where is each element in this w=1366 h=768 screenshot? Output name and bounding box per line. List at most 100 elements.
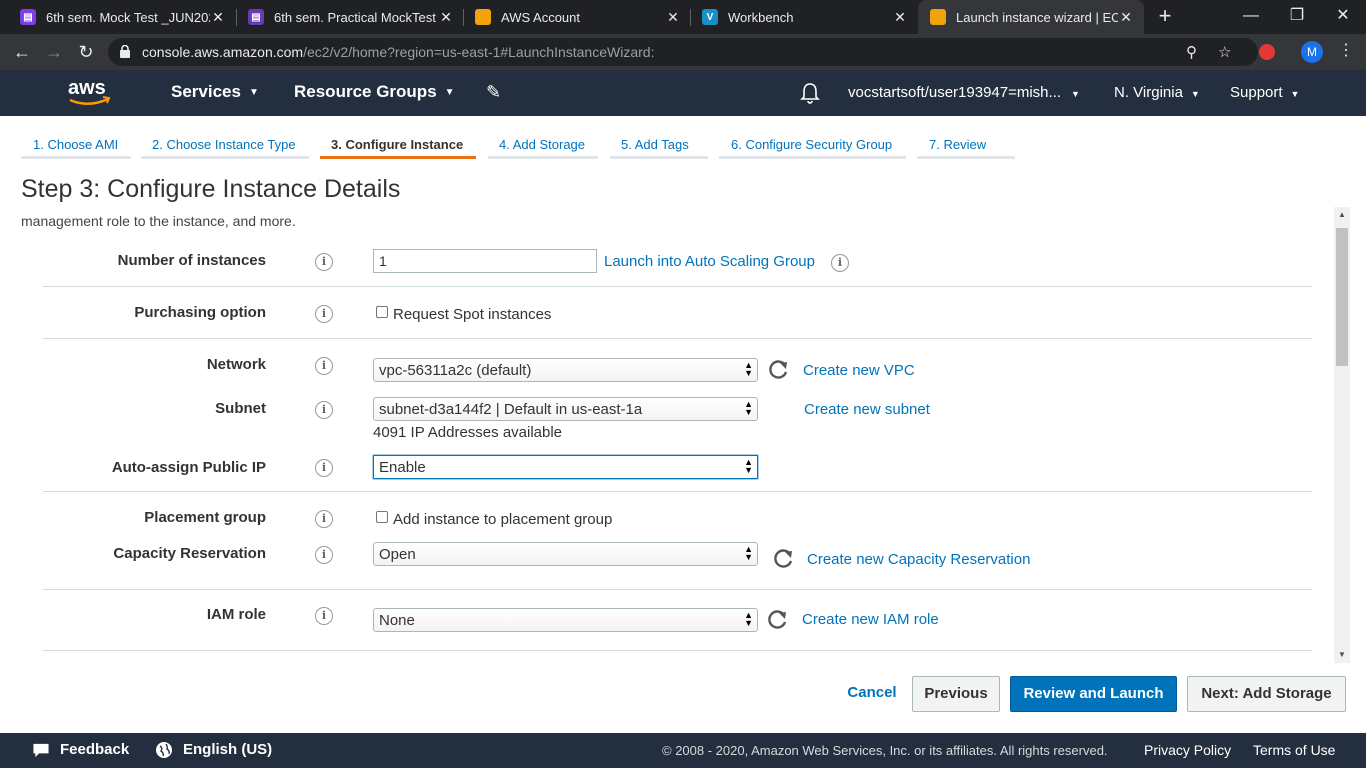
close-icon[interactable]: ✕ — [210, 9, 226, 26]
scroll-down-icon[interactable]: ▼ — [1334, 647, 1350, 663]
resource-groups-menu[interactable]: Resource Groups ▼ — [294, 82, 455, 102]
support-menu[interactable]: Support ▼ — [1230, 84, 1299, 101]
browser-tab-active[interactable]: Launch instance wizard | EC2 M ✕ — [918, 0, 1144, 34]
create-new-subnet-link[interactable]: Create new subnet — [804, 401, 930, 418]
new-tab-button[interactable]: + — [1153, 5, 1177, 29]
step-underline-active — [320, 156, 476, 159]
network-select[interactable]: vpc-56311a2c (default) ▲ ▼ — [373, 358, 758, 382]
placement-group-checkbox[interactable] — [376, 511, 388, 523]
refresh-icon[interactable] — [773, 547, 795, 569]
globe-icon — [156, 742, 172, 758]
tab-title: Launch instance wizard | EC2 M — [956, 9, 1118, 25]
launch-auto-scaling-link[interactable]: Launch into Auto Scaling Group — [604, 253, 815, 270]
form-favicon-icon: ▤ — [20, 9, 36, 25]
create-new-vpc-link[interactable]: Create new VPC — [803, 362, 915, 379]
reload-button[interactable]: ↻ — [74, 40, 98, 64]
info-icon[interactable]: i — [315, 253, 333, 271]
feedback-link[interactable]: Feedback — [60, 741, 129, 758]
services-menu[interactable]: Services ▼ — [171, 82, 259, 102]
step-underline — [719, 156, 906, 159]
step-underline — [141, 156, 309, 159]
pin-icon[interactable]: ✎ — [486, 82, 501, 103]
subnet-select[interactable]: subnet-d3a144f2 | Default in us-east-1a ▲… — [373, 397, 758, 421]
create-capacity-reservation-link[interactable]: Create new Capacity Reservation — [807, 551, 1030, 568]
info-icon[interactable]: i — [831, 254, 849, 272]
tab-title: 6th sem. Mock Test _JUN2020 — [46, 9, 210, 25]
address-bar[interactable]: console.aws.amazon.com/ec2/v2/home?regio… — [108, 38, 1258, 66]
request-spot-checkbox[interactable] — [376, 306, 388, 318]
refresh-icon[interactable] — [768, 358, 790, 380]
iam-role-select[interactable]: None ▲ ▼ — [373, 608, 758, 632]
account-menu[interactable]: vocstartsoft/user193947=mish... ▼ — [848, 84, 1080, 101]
info-icon[interactable]: i — [315, 357, 333, 375]
close-icon[interactable]: ✕ — [892, 9, 908, 26]
next-add-storage-button[interactable]: Next: Add Storage — [1187, 676, 1346, 712]
info-icon[interactable]: i — [315, 510, 333, 528]
region-menu[interactable]: N. Virginia ▼ — [1114, 84, 1200, 101]
review-and-launch-button[interactable]: Review and Launch — [1010, 676, 1177, 712]
browser-tab[interactable]: ▤ 6th sem. Practical MockTest ✕ — [228, 0, 464, 34]
step-add-storage[interactable]: 4. Add Storage — [499, 137, 585, 152]
close-icon[interactable]: ✕ — [665, 9, 681, 26]
capacity-reservation-select[interactable]: Open ▲ ▼ — [373, 542, 758, 566]
refresh-icon[interactable] — [767, 608, 789, 630]
extension-icon[interactable] — [1259, 44, 1275, 60]
placement-group-checkbox-label: Add instance to placement group — [393, 511, 613, 528]
step-choose-instance-type[interactable]: 2. Choose Instance Type — [152, 137, 296, 152]
browser-tab[interactable]: V Workbench ✕ — [682, 0, 918, 34]
select-arrows-icon: ▲ ▼ — [744, 457, 753, 475]
url-text: console.aws.amazon.com/ec2/v2/home?regio… — [142, 44, 655, 60]
step-underline — [21, 156, 131, 159]
forward-button[interactable]: → — [42, 40, 66, 64]
bell-icon[interactable] — [800, 82, 820, 104]
language-selector[interactable]: English (US) — [183, 741, 272, 758]
divider — [43, 491, 1312, 492]
close-icon[interactable]: ✕ — [438, 9, 454, 26]
browser-tab[interactable]: AWS Account ✕ — [455, 0, 691, 34]
zoom-icon[interactable]: ⚲ — [1186, 43, 1197, 61]
select-arrows-icon: ▲ ▼ — [744, 544, 753, 562]
info-icon[interactable]: i — [315, 546, 333, 564]
aws-logo[interactable]: aws — [66, 76, 114, 110]
browser-tab[interactable]: ▤ 6th sem. Mock Test _JUN2020 ✕ — [0, 0, 236, 34]
step-configure-instance[interactable]: 3. Configure Instance — [331, 137, 463, 152]
previous-button[interactable]: Previous — [912, 676, 1000, 712]
svg-text:aws: aws — [68, 77, 106, 99]
step-underline — [917, 156, 1015, 159]
window-close-button[interactable]: ✕ — [1328, 4, 1358, 28]
ip-available-note: 4091 IP Addresses available — [373, 424, 563, 441]
step-review[interactable]: 7. Review — [929, 137, 986, 152]
info-icon[interactable]: i — [315, 459, 333, 477]
request-spot-label: Request Spot instances — [393, 306, 552, 323]
restore-button[interactable]: ❐ — [1282, 4, 1312, 28]
info-icon[interactable]: i — [315, 305, 333, 323]
create-iam-role-link[interactable]: Create new IAM role — [802, 611, 939, 628]
lock-icon — [120, 45, 130, 58]
step-add-tags[interactable]: 5. Add Tags — [621, 137, 689, 152]
bookmark-star-icon[interactable]: ☆ — [1218, 43, 1231, 61]
number-of-instances-input[interactable]: 1 — [373, 249, 597, 273]
minimize-button[interactable]: — — [1236, 4, 1266, 28]
cancel-button[interactable]: Cancel — [838, 676, 906, 712]
info-icon[interactable]: i — [315, 607, 333, 625]
browser-menu-icon[interactable]: ⋮ — [1336, 40, 1356, 60]
info-icon[interactable]: i — [315, 401, 333, 419]
terms-of-use-link[interactable]: Terms of Use — [1253, 742, 1335, 758]
back-button[interactable]: ← — [10, 40, 34, 64]
close-icon[interactable]: ✕ — [1118, 9, 1134, 26]
form-favicon-icon: ▤ — [248, 9, 264, 25]
iam-role-label: IAM role — [206, 606, 266, 623]
profile-avatar[interactable]: M — [1301, 41, 1323, 63]
step-configure-security-group[interactable]: 6. Configure Security Group — [731, 137, 892, 152]
scrollbar-thumb[interactable] — [1336, 228, 1348, 366]
number-of-instances-label: Number of instances — [117, 252, 266, 269]
auto-assign-ip-select[interactable]: Enable ▲ ▼ — [373, 455, 758, 479]
auto-assign-ip-label: Auto-assign Public IP — [111, 459, 266, 476]
privacy-policy-link[interactable]: Privacy Policy — [1144, 742, 1231, 758]
aws-top-nav: aws Services ▼ Resource Groups ▼ ✎ vocstar… — [0, 70, 1366, 116]
placement-group-label: Placement group — [144, 509, 266, 526]
scroll-up-icon[interactable]: ▲ — [1334, 207, 1350, 223]
step-underline — [488, 156, 598, 159]
step-choose-ami[interactable]: 1. Choose AMI — [33, 137, 118, 152]
footer: Feedback English (US) © 2008 - 2020, Ama… — [0, 733, 1366, 768]
